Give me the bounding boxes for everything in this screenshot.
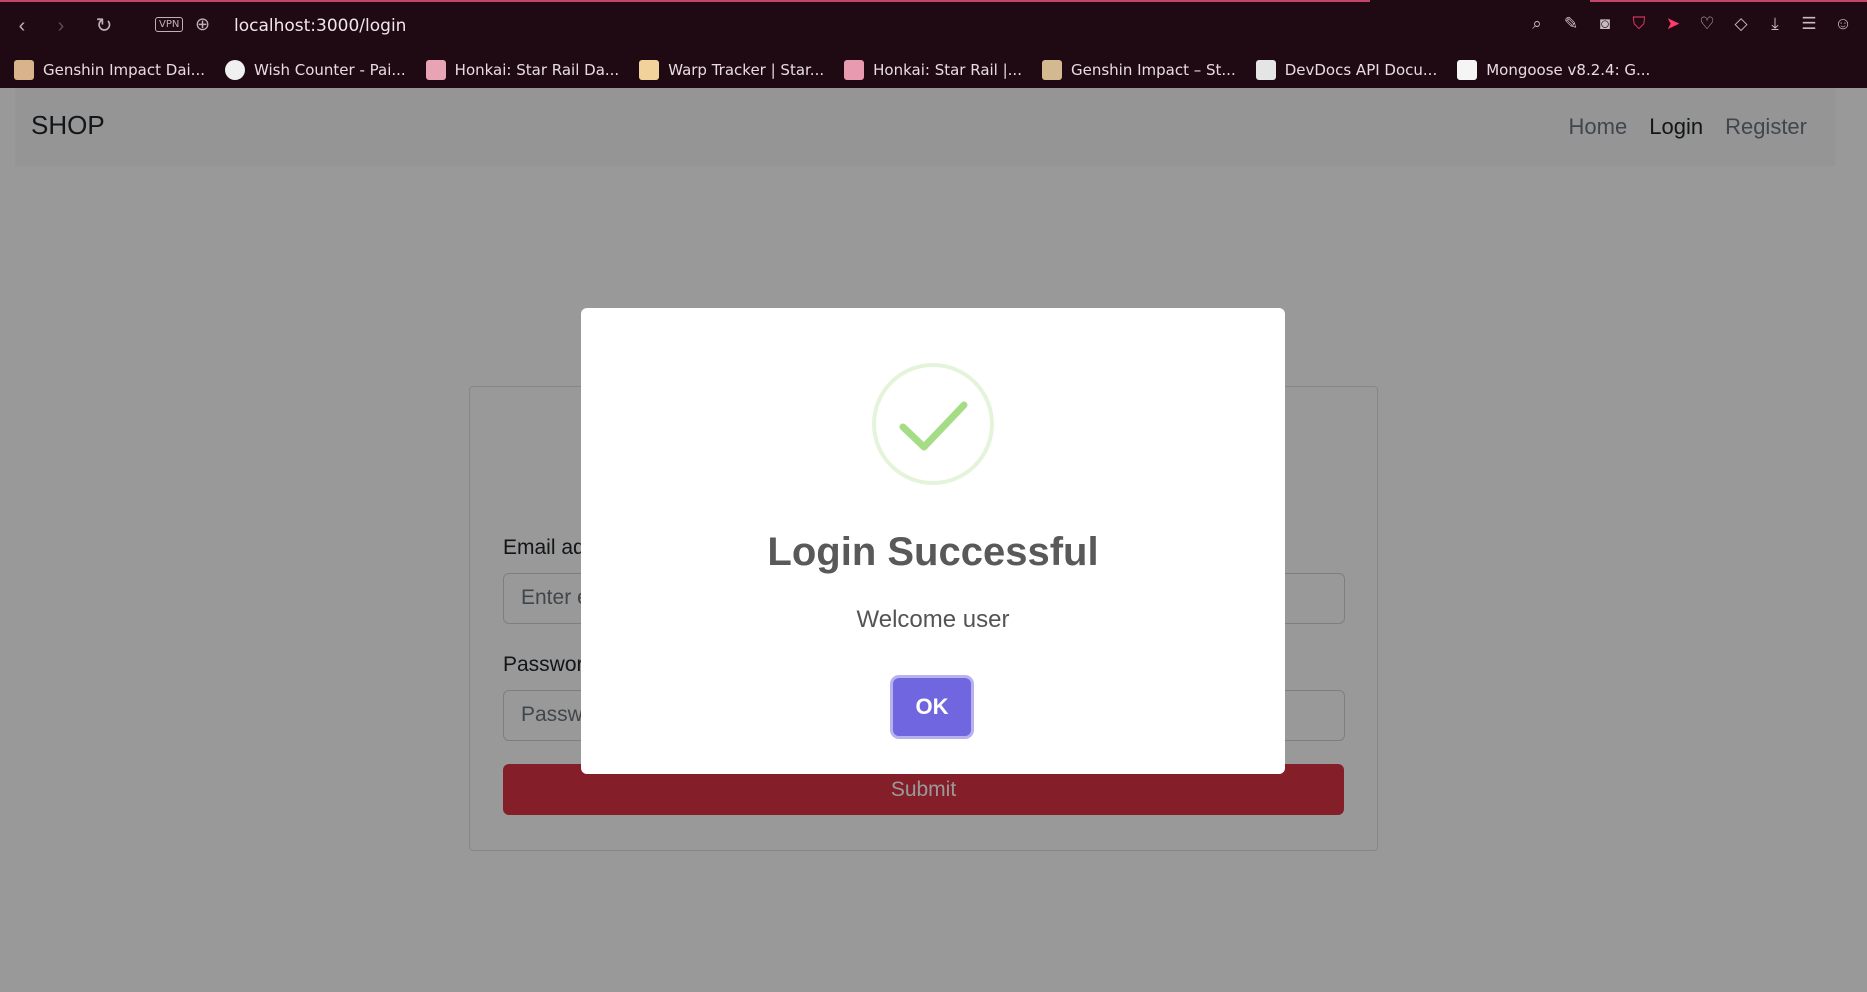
cube-icon[interactable]: ◇ [1731, 13, 1751, 35]
bookmark-item[interactable]: Warp Tracker | Star... [639, 60, 824, 80]
bookmark-item[interactable]: Mongoose v8.2.4: G... [1457, 60, 1650, 80]
bookmark-item[interactable]: Genshin Impact Dai... [14, 60, 205, 80]
bookmark-favicon-icon [425, 60, 446, 80]
vpn-badge[interactable]: VPN [155, 17, 184, 32]
bookmark-item[interactable]: DevDocs API Docu... [1255, 60, 1438, 80]
bookmark-favicon-icon [639, 60, 660, 80]
bookmarks-bar: Genshin Impact Dai... Wish Counter - Pai… [0, 52, 1867, 88]
camera-icon[interactable]: ◙ [1595, 13, 1615, 35]
bookmark-label: Genshin Impact Dai... [43, 61, 205, 79]
bookmark-label: Mongoose v8.2.4: G... [1486, 61, 1651, 79]
shield-icon[interactable]: ⛉ [1629, 13, 1649, 35]
ok-button[interactable]: OK [893, 678, 971, 736]
loading-bar-secondary [1590, 0, 1867, 2]
download-icon[interactable]: ⤓ [1765, 13, 1785, 35]
globe-icon: ⊕ [195, 14, 211, 34]
settings-icon[interactable]: ☰ [1799, 13, 1819, 35]
back-icon[interactable]: ‹ [10, 14, 34, 38]
bookmark-label: Honkai: Star Rail |... [873, 61, 1022, 79]
bookmark-label: DevDocs API Docu... [1284, 61, 1438, 79]
bookmark-item[interactable]: Honkai: Star Rail Da... [425, 60, 620, 80]
zoom-icon[interactable]: ⌕ [1527, 13, 1547, 35]
profile-icon[interactable]: ☺ [1833, 13, 1853, 35]
forward-icon[interactable]: › [49, 14, 73, 38]
bookmark-favicon-icon [844, 60, 865, 80]
send-icon[interactable]: ➤ [1663, 13, 1683, 35]
bookmark-item[interactable]: Wish Counter - Pai... [224, 60, 406, 80]
dialog-message: Welcome user [856, 606, 1010, 633]
heart-icon[interactable]: ♡ [1697, 13, 1717, 35]
bookmark-label: Genshin Impact – St... [1070, 61, 1236, 79]
edit-icon[interactable]: ✎ [1561, 13, 1581, 35]
reload-icon[interactable]: ↻ [92, 14, 116, 38]
bookmark-item[interactable]: Genshin Impact – St... [1041, 60, 1236, 80]
dialog-title: Login Successful [767, 530, 1099, 574]
bookmark-label: Warp Tracker | Star... [668, 61, 825, 79]
bookmark-favicon-icon [1255, 60, 1276, 80]
bookmark-favicon-icon [224, 60, 245, 80]
success-check-icon [872, 363, 994, 485]
success-dialog: Login Successful Welcome user OK [581, 308, 1285, 774]
browser-toolbar: ‹ › ↻ VPN ⊕ localhost:3000/login ⌕ ✎ ◙ ⛉… [0, 0, 1867, 52]
bookmark-favicon-icon [1041, 60, 1062, 80]
bookmark-label: Wish Counter - Pai... [253, 61, 406, 79]
bookmark-favicon-icon [1457, 60, 1478, 80]
toolbar-icons: ⌕ ✎ ◙ ⛉ ➤ ♡ ◇ ⤓ ☰ ☺ [1527, 13, 1853, 35]
bookmark-item[interactable]: Honkai: Star Rail |... [844, 60, 1022, 80]
bookmark-label: Honkai: Star Rail Da... [454, 61, 620, 79]
address-bar[interactable]: localhost:3000/login [234, 16, 406, 36]
bookmark-favicon-icon [14, 60, 34, 80]
loading-bar [0, 0, 1370, 2]
